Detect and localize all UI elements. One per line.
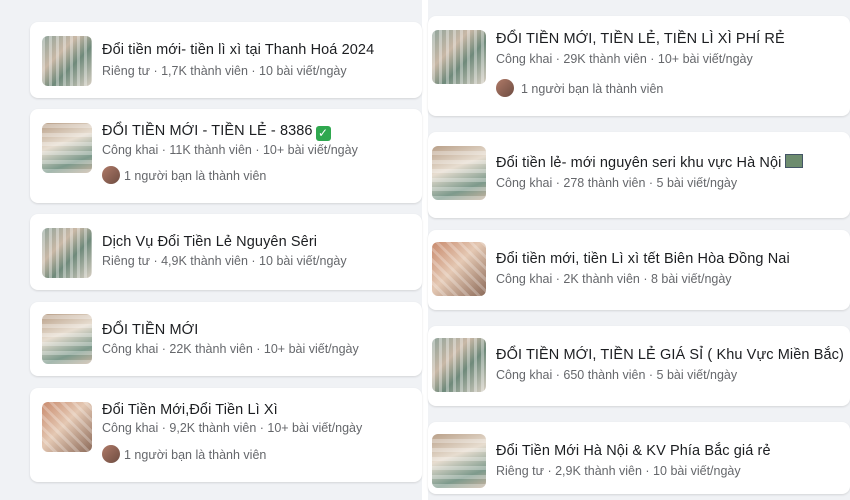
group-title[interactable]: Đổi tiền mới, tiền Lì xì tết Biên Hòa Đồ… [496, 251, 790, 267]
group-card[interactable]: Dịch Vụ Đổi Tiền Lẻ Nguyên Sêri Riêng tư… [30, 214, 422, 290]
group-thumbnail[interactable] [42, 228, 92, 278]
mutual-friends-text: 1 người bạn là thành viên [124, 169, 267, 183]
group-meta: Riêng tư · 1,7K thành viên · 10 bài viết… [102, 64, 347, 78]
friend-avatar [496, 79, 514, 97]
group-title[interactable]: Đổi tiền mới- tiền lì xì tại Thanh Hoá 2… [102, 42, 374, 58]
right-group-list: ĐỔI TIỀN MỚI, TIỀN LẺ, TIỀN LÌ XÌ PHÍ RẺ… [428, 0, 850, 500]
group-meta: Riêng tư · 4,9K thành viên · 10 bài viết… [102, 254, 347, 268]
group-card[interactable]: ĐỔI TIỀN MỚI - TIỀN LẺ - 8386 ✓ Công khai… [30, 109, 422, 203]
group-meta: Công khai · 11K thành viên · 10+ bài viế… [102, 143, 358, 157]
money-flag-icon [785, 154, 804, 168]
group-meta: Công khai · 278 thành viên · 5 bài viết/… [496, 176, 738, 190]
group-thumbnail[interactable] [432, 30, 486, 84]
group-thumbnail[interactable] [432, 338, 486, 392]
group-title[interactable]: ĐỔI TIỀN MỚI - TIỀN LẺ - 8386 [102, 123, 313, 139]
group-thumbnail[interactable] [42, 402, 92, 452]
group-meta: Riêng tư · 2,9K thành viên · 10 bài viết… [496, 464, 741, 478]
group-meta: Công khai · 650 thành viên · 5 bài viết/… [496, 368, 738, 382]
group-title[interactable]: ĐỔI TIỀN MỚI [102, 322, 198, 338]
group-thumbnail[interactable] [42, 314, 92, 364]
group-thumbnail[interactable] [432, 434, 486, 488]
friend-avatar [102, 166, 120, 184]
group-card[interactable]: Đổi tiền mới- tiền lì xì tại Thanh Hoá 2… [30, 22, 422, 98]
group-thumbnail[interactable] [432, 146, 486, 200]
group-title-wrap[interactable]: ĐỔI TIỀN MỚI - TIỀN LẺ - 8386 ✓ [102, 123, 331, 141]
group-card[interactable]: ĐỔI TIỀN MỚI, TIỀN LẺ, TIỀN LÌ XÌ PHÍ RẺ… [428, 16, 850, 116]
group-card[interactable]: ĐỔI TIỀN MỚI Công khai · 22K thành viên … [30, 302, 422, 376]
group-meta: Công khai · 2K thành viên · 8 bài viết/n… [496, 272, 732, 286]
left-group-list: Đổi tiền mới- tiền lì xì tại Thanh Hoá 2… [0, 0, 422, 500]
group-meta: Công khai · 9,2K thành viên · 10+ bài vi… [102, 421, 363, 435]
group-thumbnail[interactable] [42, 123, 92, 173]
mutual-friends-text: 1 người bạn là thành viên [521, 82, 664, 96]
group-title[interactable]: ĐỔI TIỀN MỚI, TIỀN LẺ, TIỀN LÌ XÌ PHÍ RẺ [496, 31, 785, 47]
group-meta: Công khai · 22K thành viên · 10+ bài viế… [102, 342, 359, 356]
check-mark-icon: ✓ [315, 126, 331, 141]
group-card[interactable]: Đổi tiền lẻ- mới nguyên seri khu vực Hà … [428, 132, 850, 218]
group-title[interactable]: Đổi Tiền Mới,Đổi Tiền Lì Xì [102, 402, 278, 418]
group-card[interactable]: ĐỔI TIỀN MỚI, TIỀN LẺ GIÁ SỈ ( Khu Vực M… [428, 326, 850, 406]
group-title-wrap[interactable]: Đổi tiền lẻ- mới nguyên seri khu vực Hà … [496, 154, 804, 171]
group-title[interactable]: Dịch Vụ Đổi Tiền Lẻ Nguyên Sêri [102, 234, 317, 250]
group-card[interactable]: Đổi Tiền Mới,Đổi Tiền Lì Xì Công khai · … [30, 388, 422, 482]
group-card[interactable]: Đổi tiền mới, tiền Lì xì tết Biên Hòa Đồ… [428, 230, 850, 310]
group-title[interactable]: ĐỔI TIỀN MỚI, TIỀN LẺ GIÁ SỈ ( Khu Vực M… [496, 347, 844, 363]
group-title[interactable]: Đổi tiền lẻ- mới nguyên seri khu vực Hà … [496, 155, 781, 171]
group-thumbnail[interactable] [432, 242, 486, 296]
group-thumbnail[interactable] [42, 36, 92, 86]
group-card[interactable]: Đổi Tiền Mới Hà Nội & KV Phía Bắc giá rẻ… [428, 422, 850, 494]
mutual-friends-text: 1 người bạn là thành viên [124, 448, 267, 462]
group-meta: Công khai · 29K thành viên · 10+ bài viế… [496, 52, 753, 66]
group-title[interactable]: Đổi Tiền Mới Hà Nội & KV Phía Bắc giá rẻ [496, 443, 771, 459]
friend-avatar [102, 445, 120, 463]
